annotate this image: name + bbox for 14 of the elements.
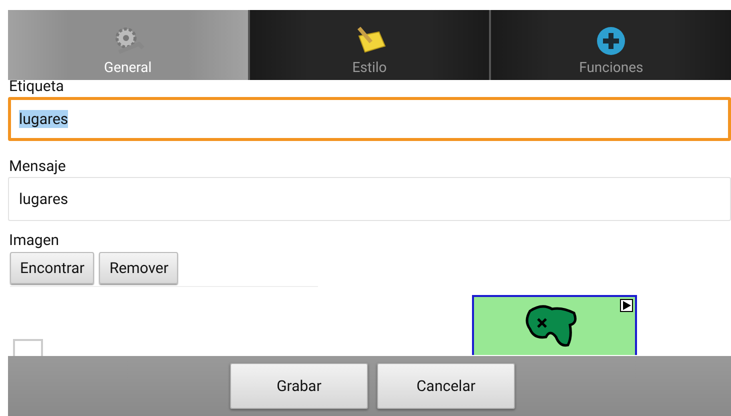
tab[interactable]: Estilo [250,10,492,80]
play-icon [620,299,633,312]
footer-button[interactable]: Cancelar [377,363,515,409]
image-button[interactable]: Encontrar [10,252,94,284]
image-button[interactable]: Remover [99,252,178,284]
text-field[interactable]: lugares [8,97,731,141]
field-label: Imagen [8,231,60,249]
text-field[interactable]: lugares [8,177,731,221]
plus-icon [596,26,626,56]
field-label: Mensaje [8,157,67,175]
footer-button[interactable]: Grabar [230,363,368,409]
symbol-card[interactable] [472,295,637,355]
checkbox[interactable] [13,339,43,356]
field-label: Etiqueta [8,80,65,95]
